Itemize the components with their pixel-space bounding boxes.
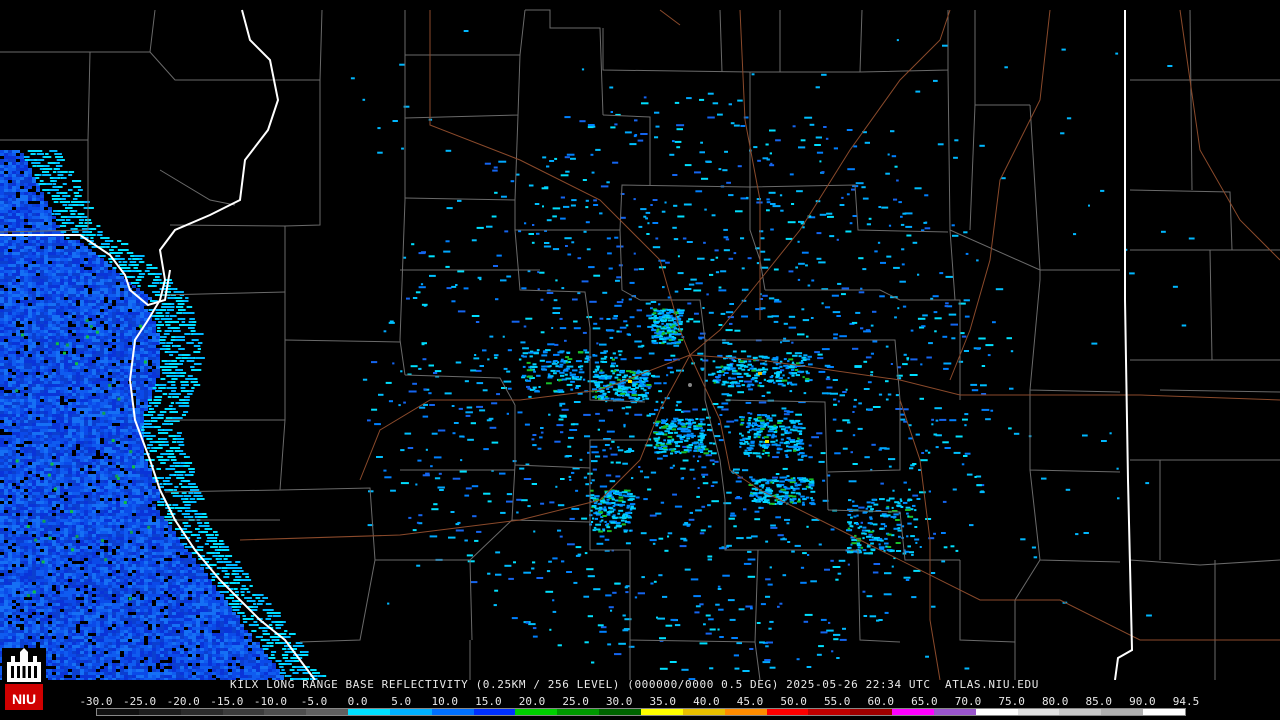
colorbar-tick-label: 85.0 (1085, 695, 1113, 708)
colorbar-tick-label: 50.0 (780, 695, 807, 708)
logo-text: NIU (12, 691, 36, 707)
colorbar-tick-label: 60.0 (867, 695, 895, 708)
colorbar-segment (850, 709, 893, 715)
colorbar-tick-label: 75.0 (998, 695, 1025, 708)
colorbar-segment (724, 709, 767, 715)
colorbar-segment (348, 709, 390, 715)
product-caption: KILX LONG RANGE BASE REFLECTIVITY (0.25K… (230, 678, 1039, 691)
radar-site-marker (688, 383, 692, 387)
colorbar-segment (640, 709, 683, 715)
colorbar-tick-label: 80.0 (1041, 695, 1069, 708)
colorbar-segment (97, 709, 139, 715)
colorbar-segment (515, 709, 558, 715)
colorbar-tick-label: 25.0 (562, 695, 589, 708)
colorbar-tick-label: 65.0 (911, 695, 938, 708)
colorbar-segment (306, 709, 349, 715)
colorbar-segment (975, 709, 1018, 715)
colorbar-tick-label: 55.0 (823, 695, 851, 708)
colorbar-tick-label: 20.0 (518, 695, 546, 708)
radar-map (0, 0, 1280, 680)
colorbar-segment (1101, 709, 1144, 715)
reflectivity-colorbar (96, 708, 1186, 716)
colorbar-tick-label: 90.0 (1129, 695, 1156, 708)
colorbar-segment (389, 709, 432, 715)
niu-logo: NIU (2, 648, 46, 716)
colorbar-tick-label: 5.0 (391, 695, 412, 708)
colorbar-tick-label: 40.0 (693, 695, 720, 708)
colorbar-segment (222, 709, 265, 715)
colorbar-segment (431, 709, 474, 715)
colorbar-tick-label: -30.0 (79, 695, 113, 708)
colorbar-tick-labels: -30.0 -25.0 -20.0 -15.0 -10.0 -5.0 0.0 5.0 10.0 1… (79, 695, 1199, 708)
colorbar-tick-label: -15.0 (210, 695, 244, 708)
colorbar-tick-label: 45.0 (736, 695, 764, 708)
colorbar-tick-label: -5.0 (300, 695, 328, 708)
colorbar-tick-label: 30.0 (605, 695, 633, 708)
colorbar-tick-label: 10.0 (431, 695, 459, 708)
colorbar-segment (892, 709, 934, 715)
colorbar-segment (933, 709, 976, 715)
colorbar-segment (682, 709, 725, 715)
colorbar-tick-label: 94.5 (1172, 695, 1200, 708)
colorbar-tick-label: 70.0 (954, 695, 982, 708)
colorbar-tick-label: 15.0 (475, 695, 502, 708)
colorbar-segment (1017, 709, 1060, 715)
colorbar-segment (138, 709, 181, 715)
colorbar-tick-label: -20.0 (166, 695, 200, 708)
colorbar-tick-label: -10.0 (253, 695, 287, 708)
colorbar-tick-label: 35.0 (649, 695, 677, 708)
colorbar-tick-label: 0.0 (347, 695, 368, 708)
colorbar-segment (557, 709, 600, 715)
colorbar-segment (808, 709, 851, 715)
colorbar-segment (264, 709, 307, 715)
colorbar-segment (1143, 709, 1185, 715)
colorbar-tick-label: -25.0 (123, 695, 157, 708)
colorbar-segment (180, 709, 223, 715)
colorbar-segment (473, 709, 516, 715)
colorbar-segment (1059, 709, 1102, 715)
colorbar-segment (599, 709, 641, 715)
colorbar-segment (766, 709, 809, 715)
